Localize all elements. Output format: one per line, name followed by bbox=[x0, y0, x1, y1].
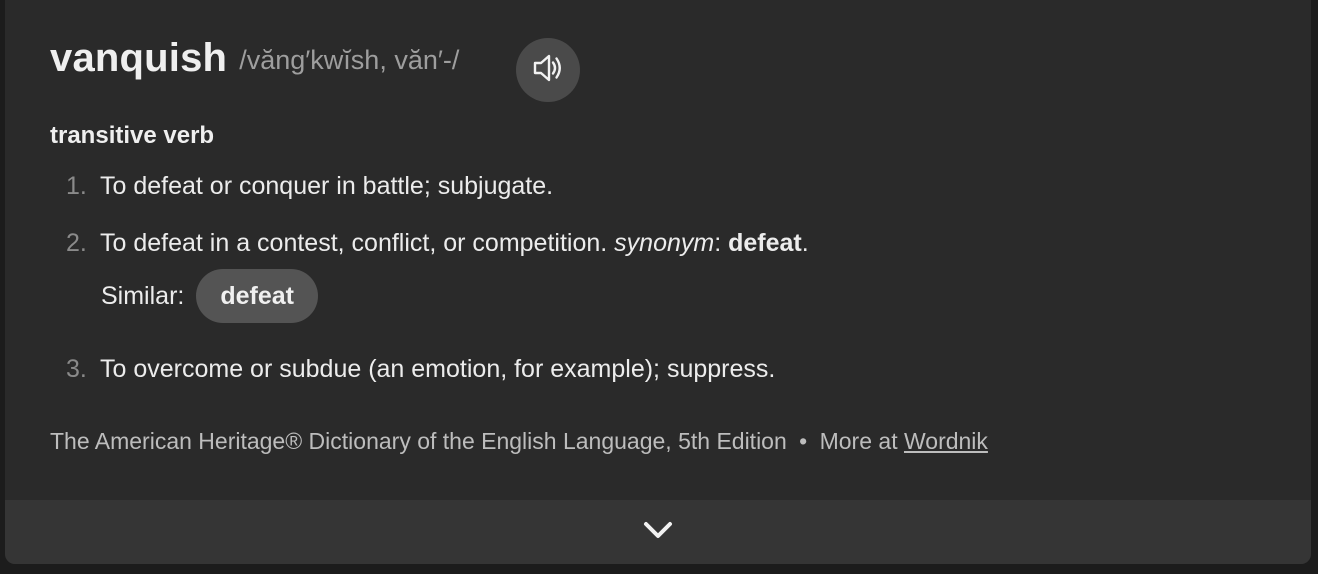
synonym-separator: : bbox=[714, 229, 729, 257]
play-pronunciation-button[interactable] bbox=[516, 38, 580, 102]
part-of-speech: transitive verb bbox=[50, 122, 215, 149]
more-at-prefix: More at bbox=[819, 428, 904, 454]
similar-row: Similar: defeat bbox=[101, 269, 318, 323]
dictionary-card: vanquish /văng′kwĭsh, văn′-/ transitive … bbox=[5, 0, 1311, 564]
expand-button[interactable] bbox=[5, 500, 1311, 564]
pronunciation: /văng′kwĭsh, văn′-/ bbox=[239, 45, 460, 75]
sense-item: 2. To defeat in a contest, conflict, or … bbox=[50, 229, 809, 258]
sense-number: 2. bbox=[66, 229, 87, 257]
sense-definition: To defeat in a contest, conflict, or com… bbox=[100, 229, 809, 258]
headword-row: vanquish /văng′kwĭsh, văn′-/ bbox=[50, 36, 459, 81]
sense-text: To overcome or subdue (an emotion, for e… bbox=[100, 355, 776, 383]
sense-item: 1. To defeat or conquer in battle; subju… bbox=[50, 172, 553, 201]
similar-label: Similar: bbox=[101, 281, 185, 310]
synonym-end: . bbox=[801, 229, 809, 257]
sense-text: To defeat in a contest, conflict, or com… bbox=[100, 229, 615, 257]
sense-number: 1. bbox=[66, 172, 87, 200]
source-text: The American Heritage® Dictionary of the… bbox=[50, 428, 787, 454]
similar-chip-defeat[interactable]: defeat bbox=[196, 269, 318, 323]
speaker-icon bbox=[530, 50, 566, 91]
separator-dot: • bbox=[799, 428, 808, 454]
wordnik-link[interactable]: Wordnik bbox=[904, 428, 988, 454]
synonym-word: defeat bbox=[728, 229, 802, 257]
sense-number: 3. bbox=[66, 355, 87, 383]
synonym-label: synonym bbox=[614, 229, 715, 257]
chevron-down-icon bbox=[642, 519, 674, 546]
sense-text: To defeat or conquer in battle; subjugat… bbox=[100, 172, 554, 200]
headword: vanquish bbox=[50, 36, 228, 80]
source-attribution: The American Heritage® Dictionary of the… bbox=[50, 428, 988, 455]
sense-item: 3. To overcome or subdue (an emotion, fo… bbox=[50, 355, 775, 384]
